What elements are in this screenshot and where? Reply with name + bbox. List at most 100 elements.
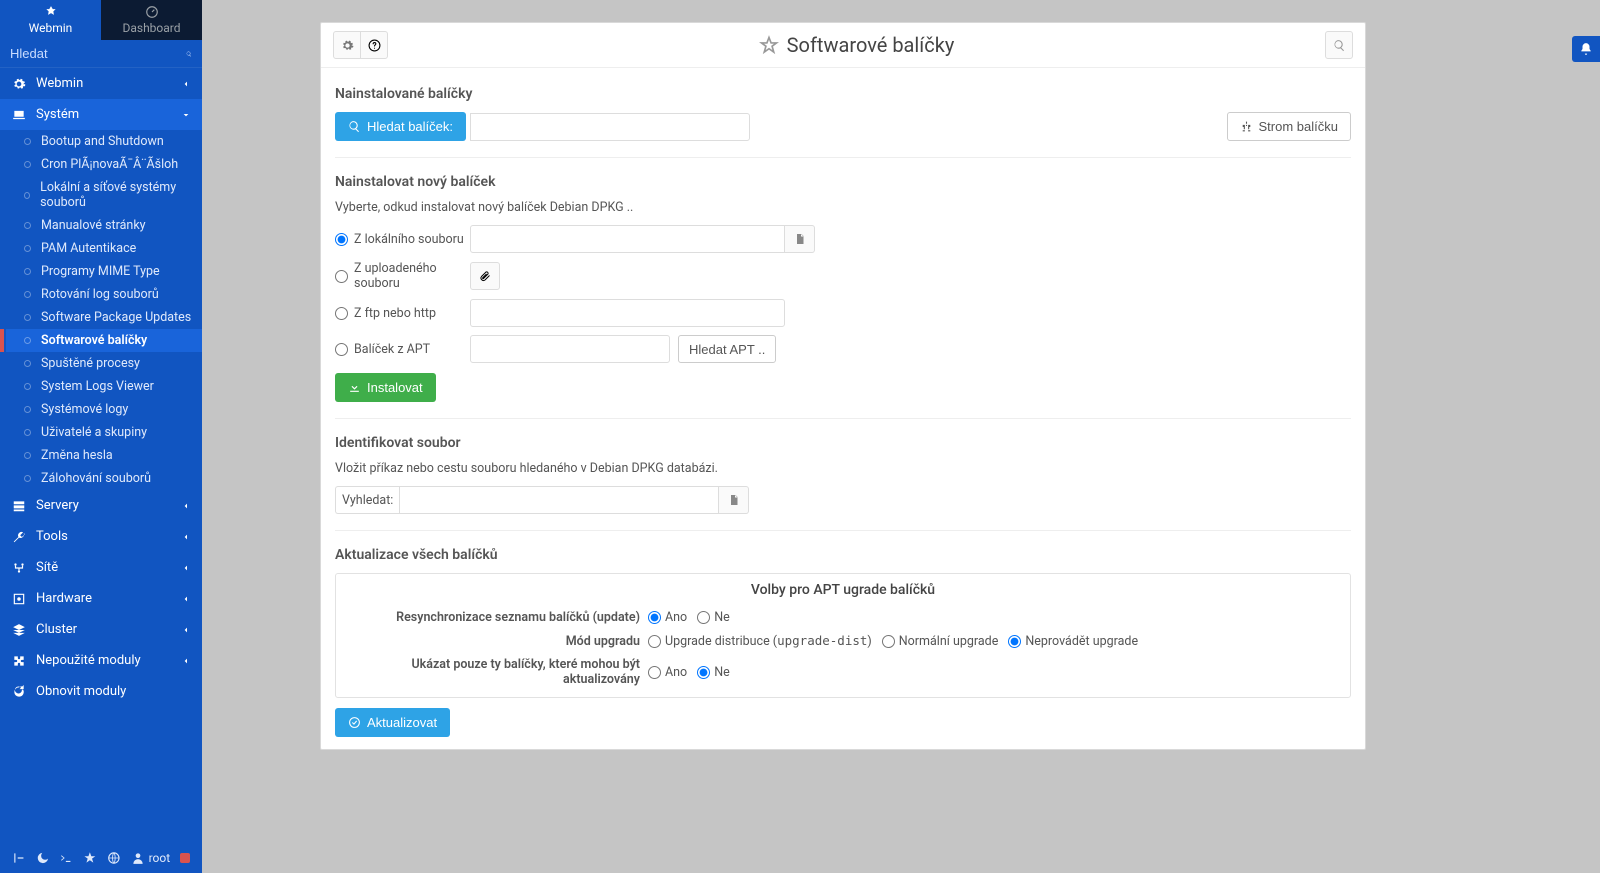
sidebar-item-system-0[interactable]: Bootup and Shutdown [6,130,202,153]
identify-browse[interactable] [719,486,749,514]
nav-site[interactable]: Sítě [0,552,202,583]
star-outline-icon[interactable] [759,35,779,55]
ftp-url-input[interactable] [470,299,785,327]
radio-apt-input[interactable] [335,343,348,356]
resync-no-input[interactable] [697,611,710,624]
nav-system-label: Systém [36,107,79,122]
apt-row-mode: Mód upgradu Upgrade distribuce (upgrade-… [336,629,1350,653]
sidebar-item-system-2[interactable]: Lokální a síťové systémy souborů [6,176,202,214]
main-header: Softwarové balíčky [321,23,1365,68]
tab-dashboard[interactable]: Dashboard [101,0,202,40]
nav-hardware[interactable]: Hardware [0,583,202,614]
help-icon [368,39,381,52]
apt-options-box: Volby pro APT ugrade balíčků Resynchroni… [335,573,1351,698]
showonly-yes-input[interactable] [648,666,661,679]
globe-icon[interactable] [107,851,121,865]
apt-package-input[interactable] [470,335,670,363]
section-install-title: Nainstalovat nový balíček [335,174,1351,190]
mode-none-input[interactable] [1008,635,1021,648]
sidebar-item-system-11[interactable]: Systémové logy [6,398,202,421]
local-file-browse[interactable] [785,225,815,253]
apt-search-button[interactable]: Hledat APT .. [678,335,776,363]
update-button[interactable]: Aktualizovat [335,708,450,737]
chevron-left-icon [182,657,190,665]
tab-webmin[interactable]: Webmin [0,0,101,40]
sidebar-item-system-10[interactable]: System Logs Viewer [6,375,202,398]
mode-dist[interactable]: Upgrade distribuce (upgrade-dist) [648,633,872,649]
showonly-no-input[interactable] [697,666,710,679]
sidebar-item-system-5[interactable]: Programy MIME Type [6,260,202,283]
search-package-button[interactable]: Hledat balíček: [335,112,466,141]
nav-servers[interactable]: Servery [0,490,202,521]
resync-yes-input[interactable] [648,611,661,624]
hdd-icon [12,592,26,606]
radio-local[interactable]: Z lokálního souboru [335,232,470,247]
showonly-no[interactable]: Ne [697,665,730,680]
sidebar-footer: root [0,843,202,873]
nav-webmin[interactable]: Webmin [0,68,202,99]
search-package-input[interactable] [470,113,750,141]
nav-system[interactable]: Systém [0,99,202,130]
apt-input-group: Hledat APT .. [470,335,1351,363]
showonly-yes[interactable]: Ano [648,665,687,680]
sidebar-search-input[interactable] [10,46,186,61]
mode-normal[interactable]: Normální upgrade [882,634,999,649]
mode-dist-input[interactable] [648,635,661,648]
page-title: Softwarové balíčky [787,33,955,57]
chevron-left-icon [182,80,190,88]
radio-upload[interactable]: Z uploadeného souboru [335,261,470,291]
nav-refresh[interactable]: Obnovit moduly [0,676,202,707]
radio-local-input[interactable] [335,233,348,246]
paperclip-icon [479,270,491,282]
sidebar-item-system-6[interactable]: Rotování log souborů [6,283,202,306]
footer-alert-badge[interactable] [180,853,190,863]
content: Nainstalované balíčky Hledat balíček: St… [321,68,1365,749]
radio-ftp[interactable]: Z ftp nebo http [335,306,470,321]
header-search-button[interactable] [1325,31,1353,59]
file-icon [794,233,806,245]
file-icon [728,494,740,506]
sidebar-item-system-9[interactable]: Spuštěné procesy [6,352,202,375]
sidebar-item-system-13[interactable]: Změna hesla [6,444,202,467]
upload-file-button[interactable] [470,262,500,290]
nav-tools[interactable]: Tools [0,521,202,552]
showonly-no-label: Ne [714,665,730,680]
terminal-icon[interactable] [59,851,73,865]
radio-ftp-input[interactable] [335,307,348,320]
tree-button[interactable]: Strom balíčku [1227,112,1351,141]
gear-icon [12,77,26,91]
moon-icon[interactable] [36,851,50,865]
nav-cluster[interactable]: Cluster [0,614,202,645]
collapse-icon[interactable] [12,851,26,865]
mode-normal-label: Normální upgrade [899,634,999,649]
mode-normal-input[interactable] [882,635,895,648]
local-file-input[interactable] [470,225,785,253]
nav-webmin-label: Webmin [36,76,83,91]
sidebar-item-system-3[interactable]: Manualové stránky [6,214,202,237]
settings-button[interactable] [333,31,361,59]
sidebar-item-system-7[interactable]: Software Package Updates [6,306,202,329]
sidebar-item-system-1[interactable]: Cron PlÃ¡novaÃ¯Â¨Ãšloh [6,153,202,176]
sidebar-item-system-12[interactable]: Uživatelé a skupiny [6,421,202,444]
mode-none[interactable]: Neprovádět upgrade [1008,634,1138,649]
identify-input[interactable] [399,486,719,514]
nav-cluster-label: Cluster [36,622,77,637]
star-icon[interactable] [83,851,97,865]
radio-upload-input[interactable] [335,270,348,283]
footer-user[interactable]: root [131,851,171,865]
apt-row-mode-key: Mód upgradu [348,634,648,649]
nav-unused[interactable]: Nepoužité moduly [0,645,202,676]
sidebar-item-system-4[interactable]: PAM Autentikace [6,237,202,260]
page-title-wrap: Softwarové balíčky [388,33,1325,57]
radio-apt[interactable]: Balíček z APT [335,342,470,357]
help-button[interactable] [360,31,388,59]
resync-no[interactable]: Ne [697,610,730,625]
radio-apt-label: Balíček z APT [354,342,430,357]
resync-yes[interactable]: Ano [648,610,687,625]
apt-row-mode-val: Upgrade distribuce (upgrade-dist) Normál… [648,633,1138,649]
sidebar-item-system-8[interactable]: Softwarové balíčky [6,329,202,352]
install-button[interactable]: Instalovat [335,373,436,402]
notification-panel-toggle[interactable] [1572,36,1600,62]
sidebar-item-system-14[interactable]: Zálohování souborů [6,467,202,490]
install-button-label: Instalovat [367,380,423,395]
